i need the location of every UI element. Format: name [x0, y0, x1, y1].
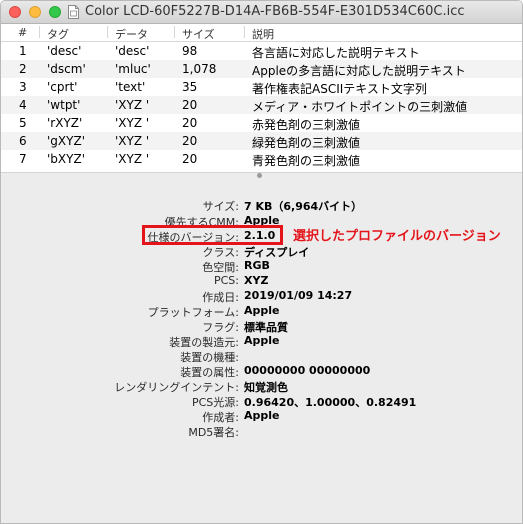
table-row[interactable]: 1 'desc' 'desc' 98 各言語に対応した説明テキスト [1, 42, 522, 60]
row-index: 2 [19, 62, 27, 76]
row-description: 各言語に対応した説明テキスト [252, 46, 420, 60]
column-header-index[interactable]: # [18, 26, 27, 39]
table-row[interactable]: 6 'gXYZ' 'XYZ ' 20 緑発色剤の三刺激値 [1, 132, 522, 150]
row-description: Appleの多言語に対応した説明テキスト [252, 64, 466, 78]
row-index: 7 [19, 152, 27, 166]
info-row-pcs-illuminant: PCS光源: 0.96420、1.00000、0.82491 [1, 393, 522, 409]
column-divider[interactable] [39, 26, 40, 38]
row-index: 1 [19, 44, 27, 58]
info-row-rendering-intent: レンダリングインテント: 知覚測色 [1, 378, 522, 394]
info-value: RGB [244, 259, 270, 272]
row-description: 著作権表記ASCIIテキスト文字列 [252, 82, 427, 96]
version-annotation-text: 選択したプロファイルのバージョン [293, 229, 501, 244]
column-header-description[interactable]: 説明 [252, 26, 274, 42]
row-tag: 'gXYZ' [47, 134, 85, 148]
info-value: Apple [244, 334, 280, 347]
column-divider[interactable] [244, 26, 245, 38]
info-row-device-manufacturer: 装置の製造元: Apple [1, 333, 522, 349]
row-size: 98 [182, 44, 198, 58]
column-header-data[interactable]: データ [115, 26, 148, 42]
row-tag: 'desc' [47, 44, 82, 58]
info-row-creator: 作成者: Apple [1, 408, 522, 424]
row-tag: 'bXYZ' [47, 152, 85, 166]
info-value: 2019/01/09 14:27 [244, 289, 353, 302]
row-description: 赤発色剤の三刺激値 [252, 118, 361, 132]
column-divider[interactable] [107, 26, 108, 38]
table-row[interactable]: 3 'cprt' 'text' 35 著作権表記ASCIIテキスト文字列 [1, 78, 522, 96]
row-data-type: 'XYZ ' [115, 116, 150, 130]
row-data-type: 'XYZ ' [115, 98, 150, 112]
row-size: 20 [182, 98, 198, 112]
row-tag: 'cprt' [47, 80, 78, 94]
column-divider[interactable] [174, 26, 175, 38]
column-header-size[interactable]: サイズ [182, 26, 215, 42]
window-title: Color LCD-60F5227B-D14A-FB6B-554F-E301D5… [85, 4, 465, 19]
tag-table: 1 'desc' 'desc' 98 各言語に対応した説明テキスト 2 'dsc… [1, 42, 522, 168]
info-label: MD5署名: [188, 426, 239, 439]
row-size: 35 [182, 80, 198, 94]
row-size: 1,078 [182, 62, 217, 76]
info-row-flags: フラグ: 標準品質 [1, 318, 522, 334]
info-row-created: 作成日: 2019/01/09 14:27 [1, 288, 522, 304]
row-size: 20 [182, 116, 198, 130]
document-icon [68, 5, 79, 19]
row-size: 20 [182, 152, 198, 166]
row-tag: 'dscm' [47, 62, 86, 76]
info-value: XYZ [244, 274, 269, 287]
info-row-pcs: PCS: XYZ [1, 273, 522, 289]
info-value: 00000000 00000000 [244, 364, 371, 377]
info-label: PCS: [213, 274, 239, 287]
info-value: Apple [244, 304, 280, 317]
row-index: 5 [19, 116, 27, 130]
info-row-class: クラス: ディスプレイ [1, 243, 522, 259]
row-tag: 'wtpt' [47, 98, 81, 112]
row-index: 4 [19, 98, 27, 112]
table-row[interactable]: 7 'bXYZ' 'XYZ ' 20 青発色剤の三刺激値 [1, 150, 522, 168]
info-row-platform: プラットフォーム: Apple [1, 303, 522, 319]
version-highlight-box [142, 225, 283, 245]
row-size: 20 [182, 134, 198, 148]
row-data-type: 'desc' [115, 44, 150, 58]
title-bar: Color LCD-60F5227B-D14A-FB6B-554F-E301D5… [1, 1, 522, 24]
row-tag: 'rXYZ' [47, 116, 83, 130]
minimize-button[interactable] [29, 6, 41, 18]
row-data-type: 'text' [115, 80, 146, 94]
info-row-device-model: 装置の機種: [1, 348, 522, 364]
info-label: サイズ: [202, 200, 239, 213]
info-row-md5-signature: MD5署名: [1, 423, 522, 439]
info-value: Apple [244, 409, 280, 422]
zoom-button[interactable] [49, 6, 61, 18]
table-header: # タグ データ サイズ 説明 [1, 24, 522, 42]
row-data-type: 'XYZ ' [115, 152, 150, 166]
row-index: 3 [19, 80, 27, 94]
info-row-size: サイズ: 7 KB（6,964バイト） [1, 197, 522, 213]
column-header-tag[interactable]: タグ [47, 26, 69, 42]
table-row[interactable]: 4 'wtpt' 'XYZ ' 20 メディア・ホワイトポイントの三刺激値 [1, 96, 522, 114]
row-data-type: 'XYZ ' [115, 134, 150, 148]
row-description: 青発色剤の三刺激値 [252, 154, 361, 168]
profile-window: Color LCD-60F5227B-D14A-FB6B-554F-E301D5… [0, 0, 523, 524]
row-description: メディア・ホワイトポイントの三刺激値 [252, 100, 468, 114]
info-row-device-attributes: 装置の属性: 00000000 00000000 [1, 363, 522, 379]
row-index: 6 [19, 134, 27, 148]
info-row-color-space: 色空間: RGB [1, 258, 522, 274]
table-row[interactable]: 5 'rXYZ' 'XYZ ' 20 赤発色剤の三刺激値 [1, 114, 522, 132]
info-value: 7 KB（6,964バイト） [244, 200, 363, 213]
row-description: 緑発色剤の三刺激値 [252, 136, 361, 150]
close-button[interactable] [9, 6, 21, 18]
row-data-type: 'mluc' [115, 62, 151, 76]
table-row[interactable]: 2 'dscm' 'mluc' 1,078 Appleの多言語に対応した説明テキ… [1, 60, 522, 78]
